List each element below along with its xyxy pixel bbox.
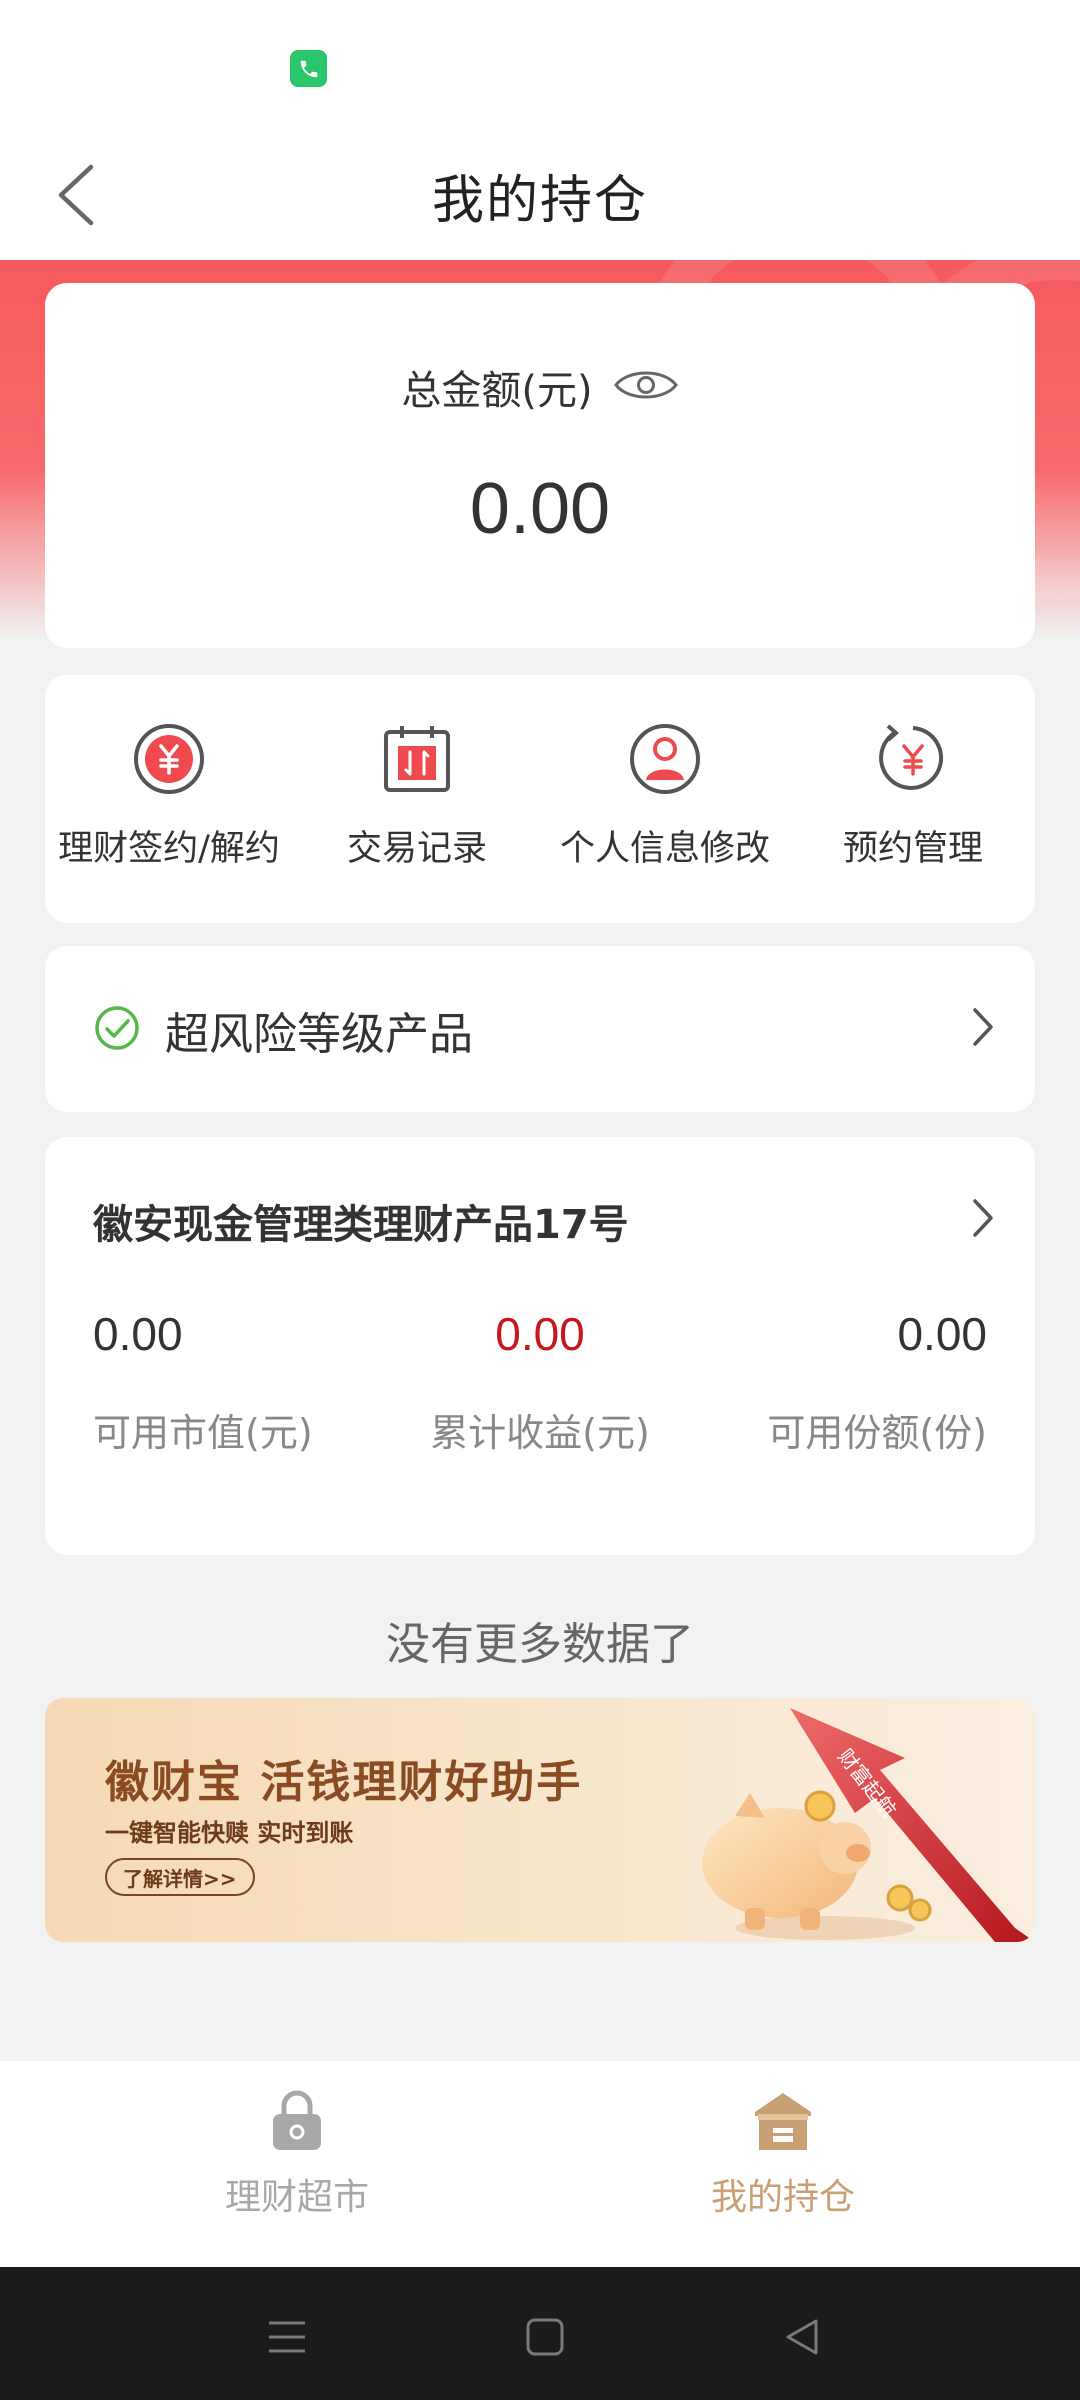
total-amount-value: 0.00 [469, 469, 611, 549]
action-reservation[interactable]: 预约管理 [789, 720, 1037, 871]
available-shares-label: 可用份额(份) [767, 1411, 987, 1455]
lock-icon [262, 2086, 332, 2156]
status-bar [0, 0, 1080, 130]
chevron-right-icon [971, 1006, 995, 1052]
action-sign-contract[interactable]: 理财签约/解约 [45, 720, 293, 871]
banner-details-button[interactable]: 了解详情>> [105, 1858, 255, 1896]
total-amount-label: 总金额(元) [401, 368, 593, 414]
phone-call-icon [290, 50, 327, 87]
risk-product-row[interactable]: 超风险等级产品 [45, 946, 1035, 1112]
action-transactions[interactable]: 交易记录 [293, 720, 541, 871]
tab-my-holdings[interactable]: 我的持仓 [633, 2086, 933, 2220]
house-icon [748, 2086, 818, 2156]
check-circle-icon [93, 1004, 141, 1056]
eye-icon[interactable] [613, 365, 679, 409]
product-card[interactable]: 徽安现金管理类理财产品17号 0.00 可用市值(元) 0.00 累计收益(元)… [45, 1137, 1035, 1555]
bottom-tab-bar: 理财超市 我的持仓 [0, 2060, 1080, 2267]
person-circle-icon [626, 720, 704, 798]
piggy-bank-arrow-illustration: 财富起航 [702, 1708, 1035, 1942]
cumulative-income-value: 0.00 [495, 1308, 585, 1360]
banner-subtitle: 一键智能快赎 实时到账 [105, 1819, 354, 1847]
action-label: 交易记录 [346, 829, 487, 869]
home-square-icon[interactable] [515, 2307, 575, 2367]
tab-wealth-market[interactable]: 理财超市 [147, 2086, 447, 2220]
action-edit-profile[interactable]: 个人信息修改 [541, 720, 789, 871]
menu-icon[interactable] [257, 2307, 317, 2367]
total-amount-card: 总金额(元) 0.00 [45, 283, 1035, 648]
action-label: 理财签约/解约 [58, 829, 280, 869]
yuan-circle-icon [130, 720, 208, 798]
quick-actions-card: 理财签约/解约 交易记录 个人信息修改 预约管理 [45, 675, 1035, 923]
chevron-right-icon [971, 1197, 995, 1243]
action-label: 预约管理 [842, 829, 983, 869]
yuan-refresh-icon [874, 720, 952, 798]
product-name: 徽安现金管理类理财产品17号 [93, 1202, 629, 1248]
nav-bar: 我的持仓 [0, 130, 1080, 260]
tab-label: 理财超市 [224, 2177, 369, 2218]
promo-banner[interactable]: 徽财宝 活钱理财好助手 一键智能快赎 实时到账 了解详情>> 财富起航 [45, 1698, 1035, 1942]
back-triangle-icon[interactable] [772, 2307, 832, 2367]
calendar-exchange-icon [378, 720, 456, 798]
action-label: 个人信息修改 [559, 829, 770, 869]
page-title: 我的持仓 [431, 171, 648, 231]
available-shares-value: 0.00 [897, 1308, 987, 1360]
tab-label: 我的持仓 [710, 2177, 855, 2218]
system-navigation-bar [0, 2267, 1080, 2400]
risk-product-label: 超风险等级产品 [165, 1009, 473, 1060]
list-end-text: 没有更多数据了 [386, 1619, 694, 1670]
banner-title: 徽财宝 活钱理财好助手 [105, 1757, 583, 1808]
